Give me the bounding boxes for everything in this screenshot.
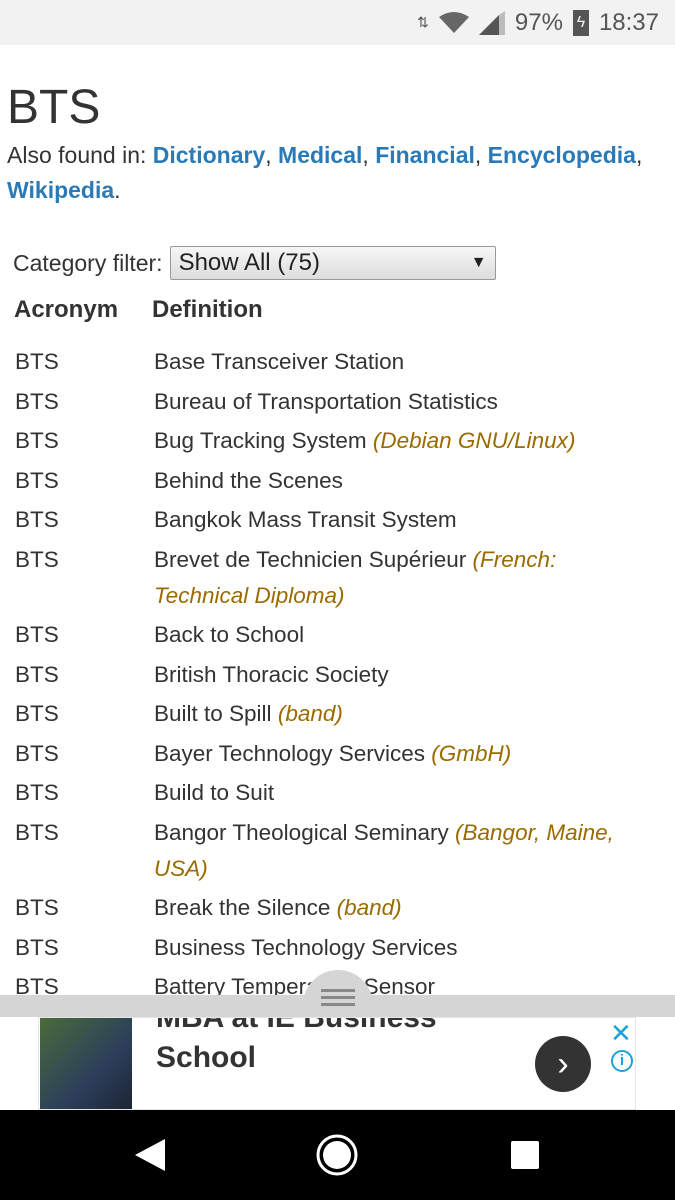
- definition-text: Back to School: [154, 622, 305, 647]
- definition-note: (band): [336, 895, 402, 920]
- definition-cell[interactable]: Bangkok Mass Transit System: [154, 502, 654, 538]
- definition-cell[interactable]: Break the Silence (band): [154, 890, 654, 926]
- table-row: BTS Brevet de Technicien Supérieur (Frenc…: [0, 542, 675, 614]
- header-definition: Definition: [152, 296, 263, 323]
- acronym-cell: BTS: [15, 507, 59, 532]
- data-arrows-icon: ⇅: [417, 14, 429, 30]
- table-row: BTS Business Technology Services: [0, 930, 675, 966]
- acronym-cell: BTS: [15, 546, 59, 572]
- link-dictionary[interactable]: Dictionary: [153, 142, 265, 168]
- acronym-cell: BTS: [15, 467, 59, 493]
- acronym-cell: BTS: [15, 388, 59, 414]
- battery-charging-icon: ϟ: [572, 9, 589, 36]
- definition-text: Behind the Scenes: [154, 467, 343, 493]
- table-row: BTS Base Transceiver Station: [0, 344, 675, 380]
- ad-banner[interactable]: MBA at IE Business School › ✕ i: [38, 1017, 636, 1110]
- definition-text: Bayer Technology Services: [154, 740, 425, 766]
- acronym-cell: BTS: [15, 780, 59, 805]
- acronym-cell: BTS: [15, 428, 59, 453]
- table-row: BTS Bangkok Mass Transit System: [0, 502, 675, 538]
- link-financial[interactable]: Financial: [375, 142, 475, 168]
- definition-cell[interactable]: Base Transceiver Station: [154, 344, 654, 380]
- table-row: BTS Back to School: [0, 617, 675, 653]
- definitions-table: BTS Base Transceiver Station BTS Bureau of …: [0, 344, 675, 1009]
- acronym-cell: BTS: [15, 895, 59, 920]
- acronym-cell: BTS: [15, 934, 59, 960]
- definition-cell[interactable]: Build to Suit: [154, 775, 654, 811]
- page-title: BTS: [7, 81, 101, 134]
- ad-headline[interactable]: MBA at IE Business School: [156, 1018, 516, 1078]
- wifi-icon: [438, 11, 469, 33]
- table-row: BTS Bug Tracking System (Debian GNU/Linux…: [0, 423, 675, 459]
- link-medical[interactable]: Medical: [278, 142, 362, 168]
- table-row: BTS Bureau of Transportation Statistics: [0, 384, 675, 420]
- definition-cell[interactable]: Business Technology Services: [154, 930, 654, 966]
- navigation-bar: [0, 1110, 675, 1200]
- acronym-cell: BTS: [15, 661, 59, 687]
- also-found-in: Also found in: Dictionary, Medical, Fina…: [7, 142, 643, 203]
- table-row: BTS Bangor Theological Seminary (Bangor, …: [0, 815, 675, 887]
- definition-cell[interactable]: Brevet de Technicien Supérieur (French: …: [154, 542, 654, 614]
- battery-percent: 97%: [514, 8, 563, 36]
- table-row: BTS Break the Silence (band): [0, 890, 675, 926]
- ad-image[interactable]: [40, 1018, 132, 1109]
- definition-text: Break the Silence: [154, 895, 331, 920]
- table-row: BTS British Thoracic Society: [0, 657, 675, 693]
- acronym-cell: BTS: [15, 349, 59, 374]
- select-value: Show All (75): [178, 249, 320, 276]
- definition-cell[interactable]: Built to Spill (band): [154, 696, 654, 732]
- home-icon[interactable]: [315, 1133, 359, 1177]
- definition-text: Business Technology Services: [154, 934, 458, 960]
- definition-text: Base Transceiver Station: [154, 349, 405, 374]
- acronym-cell: BTS: [15, 701, 59, 726]
- table-row: BTS Built to Spill (band): [0, 696, 675, 732]
- table-row: BTS Bayer Technology Services (GmbH): [0, 736, 675, 772]
- ad-close-icon[interactable]: ✕: [610, 1018, 632, 1049]
- back-icon[interactable]: [133, 1137, 167, 1173]
- definition-cell[interactable]: Bangor Theological Seminary (Bangor, Mai…: [154, 815, 654, 887]
- status-bar: ⇅ 97% ϟ 18:37: [0, 0, 675, 45]
- table-header: Acronym Definition: [14, 296, 263, 324]
- definition-cell[interactable]: Bug Tracking System (Debian GNU/Linux): [154, 423, 654, 459]
- definition-text: British Thoracic Society: [154, 661, 389, 687]
- table-row: BTS Behind the Scenes: [0, 463, 675, 499]
- signal-icon: [478, 10, 505, 35]
- definition-cell[interactable]: Behind the Scenes: [154, 463, 654, 499]
- definition-note: (band): [277, 701, 343, 726]
- recents-icon[interactable]: [511, 1141, 539, 1169]
- dropdown-arrow-icon: ▼: [470, 254, 487, 271]
- definition-cell[interactable]: British Thoracic Society: [154, 657, 654, 693]
- definition-text: Bug Tracking System: [154, 428, 367, 453]
- definition-note: (GmbH): [431, 740, 512, 766]
- also-found-label: Also found in:: [7, 142, 147, 168]
- definition-note: (Debian GNU/Linux): [372, 428, 576, 453]
- definition-cell[interactable]: Back to School: [154, 617, 654, 653]
- filter-label: Category filter:: [13, 249, 163, 276]
- definition-text: Bangor Theological Seminary: [154, 819, 449, 845]
- definition-text: Brevet de Technicien Supérieur: [154, 546, 467, 572]
- acronym-cell: BTS: [15, 819, 59, 845]
- definition-text: Bureau of Transportation Statistics: [154, 388, 498, 414]
- category-filter: Category filter: Show All (75) ▼: [13, 246, 496, 280]
- table-row: BTS Build to Suit: [0, 775, 675, 811]
- definition-text: Bangkok Mass Transit System: [154, 507, 457, 532]
- ad-info-icon[interactable]: i: [611, 1050, 633, 1072]
- definition-text: Built to Spill: [154, 701, 272, 726]
- category-select[interactable]: Show All (75) ▼: [169, 246, 496, 280]
- header-acronym: Acronym: [14, 296, 119, 323]
- acronym-cell: BTS: [15, 740, 59, 766]
- link-encyclopedia[interactable]: Encyclopedia: [488, 142, 636, 168]
- clock: 18:37: [598, 8, 659, 36]
- acronym-cell: BTS: [15, 622, 59, 647]
- ad-next-button[interactable]: ›: [535, 1036, 591, 1092]
- definition-cell[interactable]: Bayer Technology Services (GmbH): [154, 736, 654, 772]
- definition-text: Build to Suit: [154, 780, 275, 805]
- definition-cell[interactable]: Bureau of Transportation Statistics: [154, 384, 654, 420]
- link-wikipedia[interactable]: Wikipedia: [7, 177, 114, 203]
